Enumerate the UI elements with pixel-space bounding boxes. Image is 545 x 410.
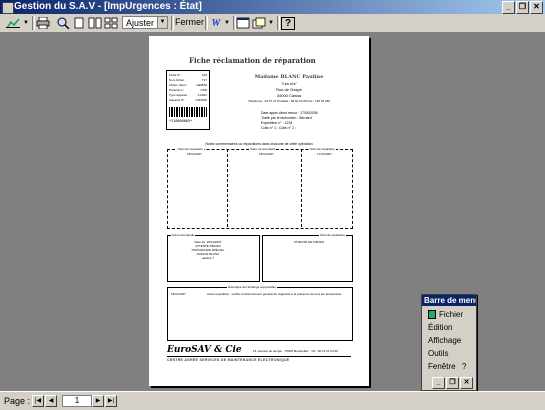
barcode-number: *210000005*	[169, 119, 193, 123]
company-address: 15, Avenue du temple · 75000 Montpellier…	[253, 349, 338, 353]
customer-block: Madame BLANC Pauline "Les Iris" Rue de G…	[214, 74, 364, 103]
column-date: 16/11/2007	[259, 152, 274, 156]
zoom-select[interactable]: Ajuster ▼	[122, 16, 168, 29]
floating-menu-controls: _ ❐ ✕	[432, 377, 473, 389]
zoom-icon[interactable]	[56, 16, 70, 30]
menu-item-fenetre[interactable]: Fenêtre	[428, 362, 456, 371]
column-divider	[301, 149, 302, 227]
page-number-input[interactable]: 1	[62, 395, 92, 407]
column-header: Suivi de réparation	[177, 147, 205, 151]
menu-item-outils[interactable]: Outils	[428, 349, 448, 358]
one-page-icon[interactable]	[72, 16, 86, 30]
last-page-icon[interactable]: ▶|	[105, 395, 117, 407]
first-page-icon[interactable]: |◀	[32, 395, 44, 407]
menu-item-help[interactable]: ?	[462, 362, 466, 371]
column-divider	[227, 149, 228, 227]
close-button[interactable]: ✕	[460, 377, 473, 389]
word-export-icon[interactable]: W	[210, 16, 222, 30]
multiple-pages-icon[interactable]	[104, 16, 118, 30]
menu-item-affichage[interactable]: Affichage	[428, 336, 461, 345]
client-note-label: Suivi commande	[171, 233, 196, 237]
database-window-icon[interactable]	[236, 16, 250, 30]
page-label: Page :	[4, 396, 31, 406]
report-page[interactable]: Fiche réclamation de réparation Fiche N°…	[149, 36, 369, 386]
window-controls: _ ❐ ✕	[502, 1, 543, 14]
customer-line: 34000 Caissa	[276, 93, 302, 98]
action-text: Avant expédition : vérifier fonctionneme…	[207, 292, 342, 296]
restore-button[interactable]: ❐	[446, 377, 459, 389]
close-preview-button[interactable]: Fermer	[175, 17, 204, 27]
window-titlebar[interactable]: Gestion du S.A.V - [ImpUrgences : État] …	[0, 0, 545, 14]
minimize-button[interactable]: _	[432, 377, 445, 389]
restore-button[interactable]: ❐	[516, 1, 529, 14]
view-icon[interactable]	[4, 16, 22, 30]
client-note-text: Date du: 26/11/2007 ATTENTE PIÈCES PROCÉ…	[191, 240, 225, 260]
two-pages-icon[interactable]	[88, 16, 102, 30]
menu-item-fichier[interactable]: Fichier	[428, 310, 463, 320]
previous-page-icon[interactable]: ◀	[45, 395, 57, 407]
close-button[interactable]: ✕	[530, 1, 543, 14]
print-icon[interactable]	[36, 16, 50, 30]
page-navigation-bar: Page : |◀ ◀ 1 ▶ ▶|	[0, 391, 545, 410]
company-logo: EuroSAV & Cie	[167, 345, 242, 355]
repair-section-caption: Notez commentaires ou réparations dans c…	[205, 142, 313, 146]
zoom-value: Ajuster	[126, 18, 155, 28]
barcode-image	[169, 107, 207, 117]
chevron-down-icon[interactable]: ▼	[157, 17, 167, 28]
action-box-label: Historique de l'échange supportable	[227, 285, 277, 289]
floating-menu-title[interactable]: Barre de menu	[422, 295, 476, 306]
footer-divider	[167, 356, 351, 357]
minimize-button[interactable]: _	[502, 1, 515, 14]
ticket-info-box: Fiche N° :102 Nom fichier : T17 Fichier c…	[166, 70, 210, 130]
status-box-text: ATTENTE DE PIÈCES	[293, 240, 325, 244]
new-object-icon[interactable]	[252, 16, 266, 30]
next-page-icon[interactable]: ▶	[92, 395, 104, 407]
info-row: Appareil N° : N/40005	[169, 98, 207, 102]
action-date: 15/11/2007	[171, 292, 186, 296]
column-header: Autre commentaire	[249, 147, 277, 151]
column-header: Suivi de réparation	[309, 147, 337, 151]
report-title: Fiche réclamation de réparation	[189, 56, 316, 65]
column-date: 15/11/2007	[187, 152, 202, 156]
export-dropdown-icon[interactable]: ▼	[223, 16, 231, 30]
window-title: Gestion du S.A.V - [ImpUrgences : État]	[14, 1, 202, 12]
customer-line: "Les Iris"	[281, 81, 297, 86]
ticket-meta: Date appel client retour : 17/05/2006 Tr…	[261, 111, 318, 130]
customer-contact: Téléphone : 04 67 47 Portable : 06 60 23…	[247, 99, 331, 103]
print-preview-toolbar: ▼ Ajuster ▼ Fermer W ▼ ▼ ?	[0, 14, 545, 33]
new-object-dropdown-icon[interactable]: ▼	[267, 16, 275, 30]
file-icon	[428, 310, 436, 320]
menu-item-edition[interactable]: Édition	[428, 323, 452, 332]
customer-name: Madame BLANC Pauline	[254, 74, 324, 80]
repair-grid	[167, 149, 353, 229]
help-button[interactable]: ?	[281, 17, 295, 30]
column-date: 17/11/2007	[317, 152, 332, 156]
view-dropdown-icon[interactable]: ▼	[22, 16, 30, 30]
status-box-label: Suivi de réparation	[319, 233, 347, 237]
customer-line: Rue de Gaspé	[276, 87, 302, 92]
app-icon[interactable]	[2, 2, 14, 14]
company-tagline: CENTRE AGRÉÉ SERVICES DE MAINTENANCE ÉLE…	[167, 358, 290, 362]
floating-menu-bar[interactable]: Barre de menu Fichier Édition Affichage …	[421, 294, 477, 391]
